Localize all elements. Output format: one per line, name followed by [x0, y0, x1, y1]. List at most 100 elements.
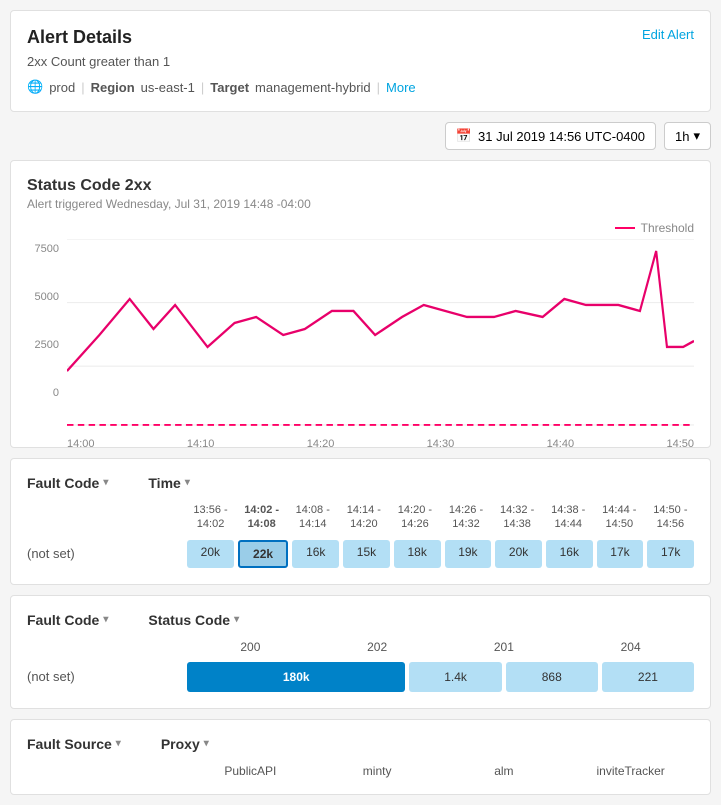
time-cell-2[interactable]: 16k	[292, 540, 339, 568]
fault-time-row-label: (not set)	[27, 546, 187, 561]
status-col-header-2: 201	[441, 640, 568, 654]
time-col-header-8: 14:44 -14:50	[596, 503, 643, 532]
x-label-5: 14:50	[666, 438, 694, 450]
proxy-col-header-3: inviteTracker	[567, 764, 694, 778]
time-cell-5[interactable]: 19k	[445, 540, 492, 568]
fault-time-card: Fault Code ▾ Time ▾ 13:56 -14:02 14:02 -…	[10, 458, 711, 585]
fault-status-card: Fault Code ▾ Status Code ▾ 200 202 201 2…	[10, 595, 711, 709]
x-label-4: 14:40	[547, 438, 575, 450]
fault-status-header: Fault Code ▾ Status Code ▾	[27, 612, 694, 628]
time-col-header-1: 14:02 -14:08	[238, 503, 285, 532]
status-cell-3[interactable]: 221	[602, 662, 694, 692]
fault-code-label: Fault Code	[27, 475, 99, 491]
time-cell-1[interactable]: 22k	[238, 540, 289, 568]
fault-source-card: Fault Source ▾ Proxy ▾ PublicAPI minty a…	[10, 719, 711, 795]
proxy-col-headers: PublicAPI minty alm inviteTracker	[27, 764, 694, 778]
y-axis: 7500 5000 2500 0	[27, 239, 63, 399]
fault-time-data-row: (not set) 20k 22k 16k 15k 18k 19k 20k 16…	[27, 540, 694, 568]
status-cell-1[interactable]: 1.4k	[409, 662, 501, 692]
proxy-label: Proxy	[161, 736, 200, 752]
time-cell-6[interactable]: 20k	[495, 540, 542, 568]
alert-env: prod	[49, 80, 75, 95]
fault-source-arrow-icon: ▾	[116, 738, 121, 749]
status-code-dropdown[interactable]: Status Code ▾	[148, 612, 239, 628]
more-link[interactable]: More	[386, 80, 416, 95]
x-label-1: 14:10	[187, 438, 215, 450]
sep2: |	[201, 80, 204, 95]
time-col-header-3: 14:14 -14:20	[340, 503, 387, 532]
chart-card: Status Code 2xx Alert triggered Wednesda…	[10, 160, 711, 448]
duration-arrow-icon: ▾	[693, 128, 700, 144]
datetime-button[interactable]: 📅 31 Jul 2019 14:56 UTC-0400	[445, 122, 656, 150]
chart-title: Status Code 2xx	[27, 177, 694, 195]
time-col-header-6: 14:32 -14:38	[494, 503, 541, 532]
target-label: Target	[210, 80, 249, 95]
chart-legend: Threshold	[27, 221, 694, 235]
alert-title: Alert Details	[27, 27, 132, 48]
time-columns-header: 13:56 -14:02 14:02 -14:08 14:08 -14:14 1…	[27, 503, 694, 532]
proxy-header-cells: PublicAPI minty alm inviteTracker	[187, 764, 694, 778]
datetime-value: 31 Jul 2019 14:56 UTC-0400	[478, 129, 645, 144]
proxy-col-header-2: alm	[441, 764, 568, 778]
time-cell-4[interactable]: 18k	[394, 540, 441, 568]
y-label-2: 2500	[35, 339, 59, 351]
time-cell-8[interactable]: 17k	[597, 540, 644, 568]
time-cell-0[interactable]: 20k	[187, 540, 234, 568]
x-label-0: 14:00	[67, 438, 95, 450]
fault-source-header: Fault Source ▾ Proxy ▾	[27, 736, 694, 752]
fault-code-dropdown[interactable]: Fault Code ▾	[27, 475, 108, 491]
chart-svg-wrapper: 14:00 14:10 14:20 14:30 14:40 14:50	[67, 239, 694, 431]
chart-svg	[67, 239, 694, 431]
status-col-header-3: 204	[567, 640, 694, 654]
duration-value: 1h	[675, 129, 689, 144]
fault-status-data-row: (not set) 180k 1.4k 868 221	[27, 662, 694, 692]
time-cell-7[interactable]: 16k	[546, 540, 593, 568]
region-label: Region	[91, 80, 135, 95]
proxy-col-header-1: minty	[314, 764, 441, 778]
time-col-header-9: 14:50 -14:56	[647, 503, 694, 532]
fault-source-dropdown[interactable]: Fault Source ▾	[27, 736, 121, 752]
duration-button[interactable]: 1h ▾	[664, 122, 711, 150]
time-label: Time	[148, 475, 180, 491]
fault-time-header: Fault Code ▾ Time ▾	[27, 475, 694, 491]
alert-condition: 2xx Count greater than 1	[27, 54, 694, 69]
sep1: |	[81, 80, 84, 95]
fault-code-dropdown-2[interactable]: Fault Code ▾	[27, 612, 108, 628]
time-dropdown[interactable]: Time ▾	[148, 475, 189, 491]
status-header-cells: 200 202 201 204	[187, 640, 694, 654]
status-cell-0[interactable]: 180k	[187, 662, 405, 692]
status-code-arrow-icon: ▾	[234, 614, 239, 625]
proxy-col-header-0: PublicAPI	[187, 764, 314, 778]
status-code-label: Status Code	[148, 612, 230, 628]
chart-wrapper: 7500 5000 2500 0 14:00 14:10 14:20 14:	[27, 239, 694, 431]
time-cell-9[interactable]: 17k	[647, 540, 694, 568]
threshold-legend-dash	[615, 227, 635, 229]
fault-time-cells: 20k 22k 16k 15k 18k 19k 20k 16k 17k 17k	[187, 540, 694, 568]
calendar-icon: 📅	[456, 128, 472, 144]
time-col-header-0: 13:56 -14:02	[187, 503, 234, 532]
controls-row: 📅 31 Jul 2019 14:56 UTC-0400 1h ▾	[10, 122, 711, 150]
status-col-headers: 200 202 201 204	[27, 640, 694, 654]
alert-details-header: Alert Details Edit Alert	[27, 27, 694, 48]
x-label-2: 14:20	[307, 438, 335, 450]
edit-alert-link[interactable]: Edit Alert	[642, 27, 694, 42]
x-label-3: 14:30	[427, 438, 455, 450]
status-col-header-0: 200	[187, 640, 314, 654]
fault-status-cells: 180k 1.4k 868 221	[187, 662, 694, 692]
status-cell-2[interactable]: 868	[506, 662, 598, 692]
status-col-header-1: 202	[314, 640, 441, 654]
chart-subtitle: Alert triggered Wednesday, Jul 31, 2019 …	[27, 197, 694, 211]
alert-meta-row: 🌐 prod | Region us-east-1 | Target manag…	[27, 79, 694, 95]
fault-status-row-label: (not set)	[27, 669, 187, 684]
y-label-1: 5000	[35, 291, 59, 303]
globe-icon: 🌐	[27, 79, 43, 95]
proxy-dropdown[interactable]: Proxy ▾	[161, 736, 209, 752]
y-label-0: 7500	[35, 243, 59, 255]
time-col-header-4: 14:20 -14:26	[391, 503, 438, 532]
fault-code-arrow-icon-2: ▾	[103, 614, 108, 625]
time-cell-3[interactable]: 15k	[343, 540, 390, 568]
x-axis-labels: 14:00 14:10 14:20 14:30 14:40 14:50	[67, 438, 694, 450]
proxy-arrow-icon: ▾	[204, 738, 209, 749]
time-arrow-icon: ▾	[185, 477, 190, 488]
alert-details-card: Alert Details Edit Alert 2xx Count great…	[10, 10, 711, 112]
